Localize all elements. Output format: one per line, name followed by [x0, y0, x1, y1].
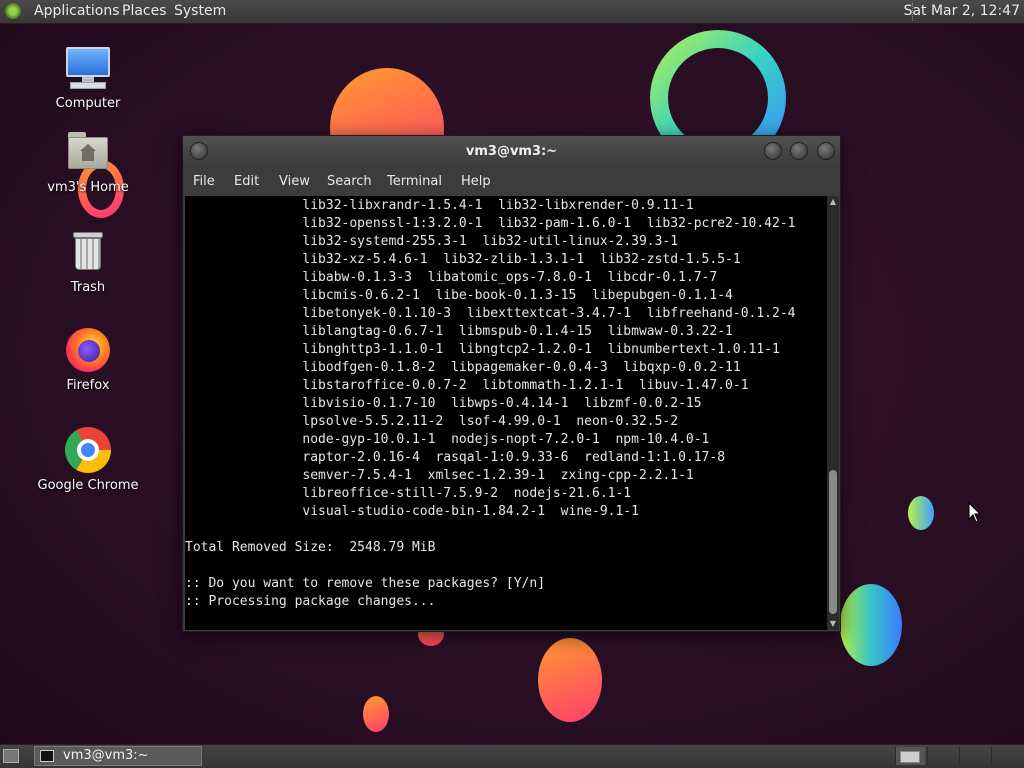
clock[interactable]: Sat Mar 2, 12:47 — [904, 3, 1020, 19]
desktop-icon-label: Firefox — [66, 378, 110, 393]
top-panel: Applications Places System Sat Mar 2, 12… — [0, 0, 1024, 24]
mouse-pointer-icon — [968, 502, 982, 523]
terminal-scrollbar[interactable]: ▲ ▼ — [827, 196, 839, 630]
desktop-icon-computer[interactable]: Computer — [28, 44, 148, 111]
menu-edit[interactable]: Edit — [234, 174, 259, 189]
terminal-line: libetonyek-0.1.10-3 libexttextcat-3.4.7-… — [185, 306, 796, 321]
terminal-line: :: Processing package changes... — [185, 594, 436, 609]
terminal-line: lib32-systemd-255.3-1 lib32-util-linux-2… — [185, 234, 679, 249]
terminal-line: libstaroffice-0.0.7-2 libtommath-1.2.1-1… — [185, 378, 749, 393]
scroll-down-arrow-icon[interactable]: ▼ — [827, 618, 839, 630]
bottom-panel: vm3@vm3:~ — [0, 744, 1024, 768]
terminal-line: libreoffice-still-7.5.9-2 nodejs-21.6.1-… — [185, 486, 632, 501]
desktop-icon-home[interactable]: vm3's Home — [28, 128, 148, 195]
menu-view[interactable]: View — [279, 174, 310, 189]
terminal-line: libodfgen-0.1.8-2 libpagemaker-0.0.4-3 l… — [185, 360, 741, 375]
firefox-icon — [64, 326, 112, 374]
desktop-icon-firefox[interactable]: Firefox — [28, 326, 148, 393]
taskbar-item-label: vm3@vm3:~ — [63, 748, 149, 763]
distro-logo-icon[interactable] — [5, 3, 21, 19]
wallpaper-blob — [908, 496, 934, 530]
terminal-line: lib32-openssl-1:3.2.0-1 lib32-pam-1.6.0-… — [185, 216, 796, 231]
terminal-line: liblangtag-0.6.7-1 libmspub-0.1.4-15 lib… — [185, 324, 733, 339]
window-title: vm3@vm3:~ — [465, 144, 558, 159]
workspace-1[interactable] — [895, 747, 925, 765]
terminal-line: visual-studio-code-bin-1.84.2-1 wine-9.1… — [185, 504, 639, 519]
desktop-icon-label: Trash — [70, 280, 106, 295]
computer-icon — [64, 44, 112, 92]
terminal-line: libcmis-0.6.2-1 libe-book-0.1.3-15 libep… — [185, 288, 733, 303]
minimize-button[interactable] — [764, 142, 782, 160]
desktop-icon-trash[interactable]: Trash — [28, 228, 148, 295]
terminal-line: lib32-libxrandr-1.5.4-1 lib32-libxrender… — [185, 198, 694, 213]
workspace-3[interactable] — [959, 747, 989, 765]
taskbar-item-terminal[interactable]: vm3@vm3:~ — [34, 746, 202, 766]
menu-places[interactable]: Places — [122, 3, 167, 19]
terminal-line: lib32-xz-5.4.6-1 lib32-zlib-1.3.1-1 lib3… — [185, 252, 741, 267]
scrollbar-thumb[interactable] — [829, 470, 837, 614]
terminal-output[interactable]: lib32-libxrandr-1.5.4-1 lib32-libxrender… — [185, 196, 827, 630]
workspace-4[interactable] — [991, 747, 1021, 765]
terminal-line: :: Do you want to remove these packages?… — [185, 576, 546, 591]
trash-icon — [64, 228, 112, 276]
wallpaper-blob — [363, 696, 389, 732]
maximize-button[interactable] — [790, 142, 808, 160]
scroll-up-arrow-icon[interactable]: ▲ — [827, 196, 839, 208]
chrome-icon — [64, 426, 112, 474]
menu-system[interactable]: System — [174, 3, 226, 19]
workspace-2[interactable] — [927, 747, 957, 765]
workspace-window-preview — [900, 751, 920, 763]
home-folder-icon — [64, 128, 112, 176]
desktop-icon-chrome[interactable]: Google Chrome — [28, 426, 148, 493]
desktop-icon-label: Google Chrome — [37, 478, 139, 493]
menu-file[interactable]: File — [193, 174, 215, 189]
desktop-icon-label: Computer — [55, 96, 121, 111]
terminal-line: Total Removed Size: 2548.79 MiB — [185, 540, 436, 555]
terminal-icon — [40, 750, 54, 762]
terminal-line: node-gyp-10.0.1-1 nodejs-nopt-7.2.0-1 np… — [185, 432, 710, 447]
terminal-line: lpsolve-5.5.2.11-2 lsof-4.99.0-1 neon-0.… — [185, 414, 679, 429]
menu-terminal[interactable]: Terminal — [387, 174, 442, 189]
terminal-line: libabw-0.1.3-3 libatomic_ops-7.8.0-1 lib… — [185, 270, 718, 285]
terminal-menubar: File Edit View Search Terminal Help — [183, 168, 840, 196]
terminal-line: libnghttp3-1.1.0-1 libngtcp2-1.2.0-1 lib… — [185, 342, 780, 357]
window-titlebar[interactable]: vm3@vm3:~ — [183, 136, 840, 168]
close-button[interactable] — [817, 142, 835, 160]
terminal-line: raptor-2.0.16-4 rasqal-1:0.9.33-6 redlan… — [185, 450, 726, 465]
terminal-window[interactable]: vm3@vm3:~ File Edit View Search Terminal… — [182, 135, 841, 632]
wallpaper-blob — [840, 584, 902, 666]
menu-search[interactable]: Search — [327, 174, 372, 189]
show-desktop-icon[interactable] — [3, 749, 19, 763]
terminal-line: libvisio-0.1.7-10 libwps-0.4.14-1 libzmf… — [185, 396, 702, 411]
menu-help[interactable]: Help — [461, 174, 491, 189]
desktop-icon-label: vm3's Home — [47, 180, 129, 195]
wallpaper-blob — [538, 638, 602, 722]
menu-applications[interactable]: Applications — [34, 3, 120, 19]
terminal-line: semver-7.5.4-1 xmlsec-1.2.39-1 zxing-cpp… — [185, 468, 694, 483]
